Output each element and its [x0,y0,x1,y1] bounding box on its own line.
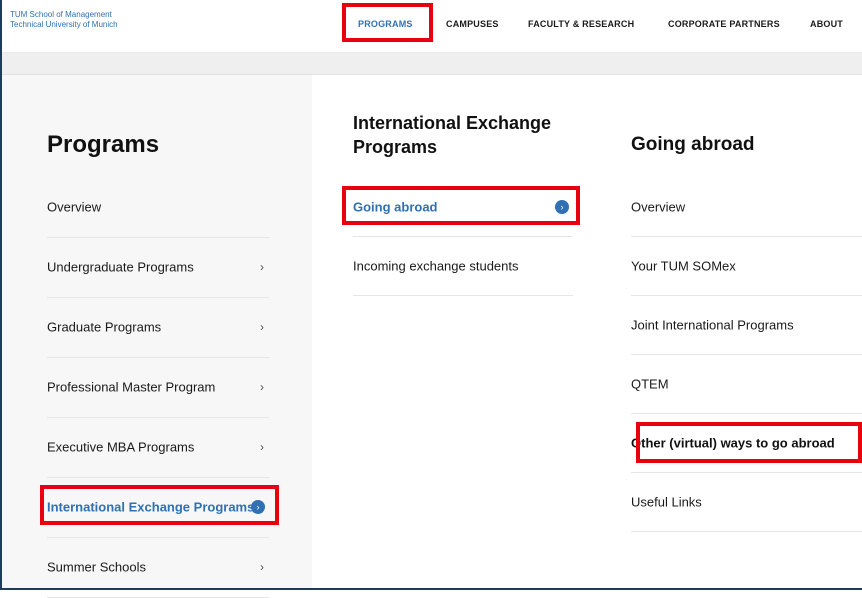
nav-corporate-partners[interactable]: CORPORATE PARTNERS [668,19,780,29]
chevron-right-icon: › [260,440,264,454]
link-label: Useful Links [631,494,702,510]
link-your-tum-somex[interactable]: Your TUM SOMex [631,237,862,296]
chevron-right-icon: › [260,380,264,394]
header-band [2,53,862,75]
link-label: QTEM [631,376,669,392]
menu-item-label: Graduate Programs [47,319,162,335]
menu-item-international-exchange[interactable]: International Exchange Programs › [47,477,269,538]
menu-item-label: Professional Master Program [47,379,216,395]
site-logo[interactable]: TUM School of Management Technical Unive… [10,10,118,30]
link-label: Other (virtual) ways to go abroad [631,435,835,451]
menu-item-label: Undergraduate Programs [47,259,194,275]
title-line-1: International Exchange [353,113,552,133]
chevron-right-icon: › [260,260,264,274]
menu-item-overview[interactable]: Overview [47,177,269,238]
programs-title: Programs [47,131,160,158]
nav-programs[interactable]: PROGRAMS [358,19,413,29]
link-overview[interactable]: Overview [631,178,862,237]
menu-item-label: International Exchange Programs [47,499,255,515]
link-joint-international-programs[interactable]: Joint International Programs [631,296,862,355]
menu-item-executive-mba[interactable]: Executive MBA Programs › [47,417,269,478]
logo-line-2: Technical University of Munich [10,20,118,29]
menu-item-professional-master[interactable]: Professional Master Program › [47,357,269,418]
submenu-item-label: Going abroad [353,199,438,215]
nav-faculty-research[interactable]: FACULTY & RESEARCH [528,19,634,29]
menu-item-label: Summer Schools [47,559,146,575]
menu-item-label: Executive MBA Programs [47,439,195,455]
chevron-right-circle-icon: › [251,500,265,514]
title-line-2: Programs [353,137,438,157]
exchange-programs-title: International Exchange Programs [353,111,551,159]
site-header: TUM School of Management Technical Unive… [2,0,862,53]
nav-about[interactable]: ABOUT [810,19,843,29]
submenu-item-label: Incoming exchange students [353,258,519,274]
programs-menu: Programs Overview Undergraduate Programs… [2,75,312,598]
link-useful-links[interactable]: Useful Links [631,473,862,532]
menu-item-graduate[interactable]: Graduate Programs › [47,297,269,358]
going-abroad-title: Going abroad [631,134,755,155]
chevron-right-icon: › [260,320,264,334]
link-other-virtual-ways[interactable]: Other (virtual) ways to go abroad [631,414,862,473]
nav-campuses[interactable]: CAMPUSES [446,19,499,29]
submenu-item-incoming[interactable]: Incoming exchange students [353,237,573,296]
submenu-item-going-abroad[interactable]: Going abroad › [353,178,573,237]
chevron-right-icon: › [260,560,264,574]
link-qtem[interactable]: QTEM [631,355,862,414]
link-label: Overview [631,199,686,215]
chevron-right-circle-icon: › [555,200,569,214]
link-label: Joint International Programs [631,317,794,333]
menu-item-undergraduate[interactable]: Undergraduate Programs › [47,237,269,298]
menu-item-label: Overview [47,199,102,215]
link-label: Your TUM SOMex [631,258,736,274]
logo-line-1: TUM School of Management [10,10,112,19]
